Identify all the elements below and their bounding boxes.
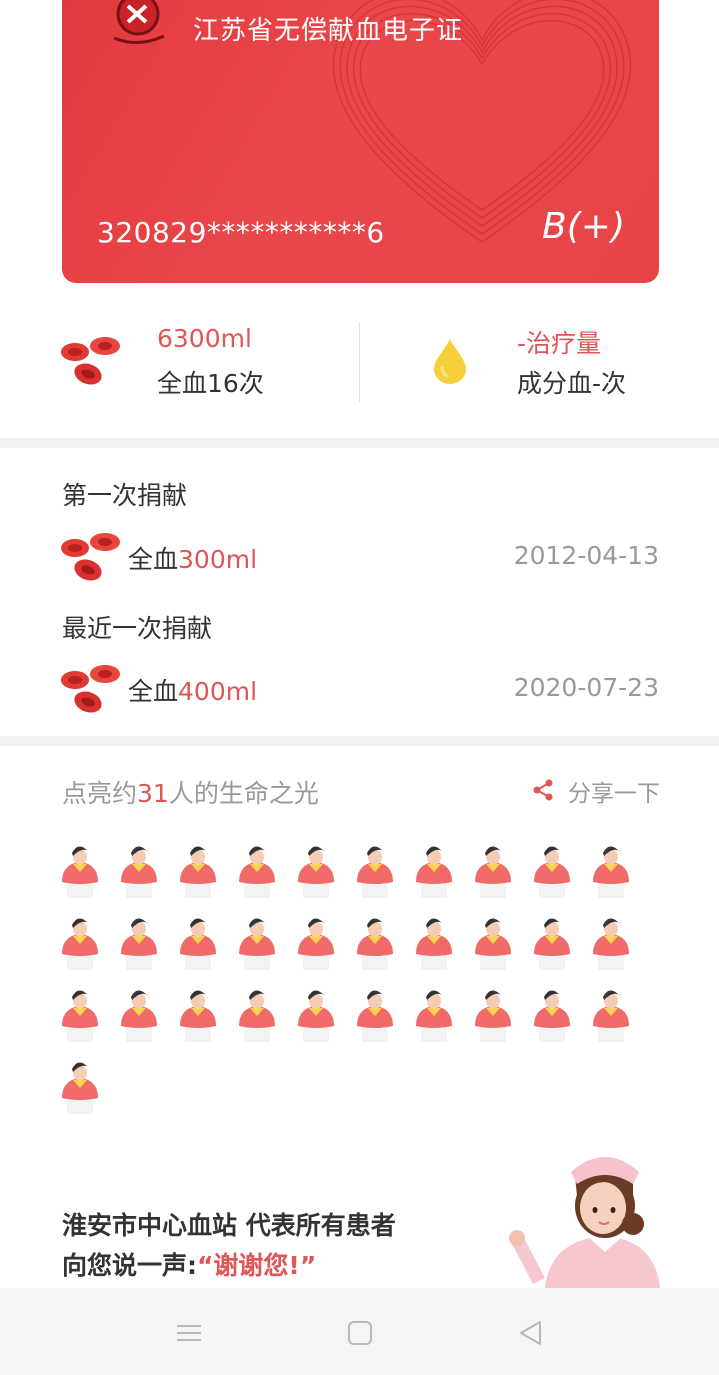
person-icon: [60, 1058, 100, 1116]
back-icon[interactable]: [516, 1318, 546, 1348]
red-blood-cells-icon: [61, 337, 120, 385]
thanks-line-1: 淮安市中心血站 代表所有患者: [62, 1211, 396, 1240]
whole-blood-volume: 6300ml: [157, 324, 252, 353]
section-divider: [0, 438, 719, 448]
red-blood-cells-icon: [61, 533, 120, 581]
person-icon: [355, 914, 395, 972]
person-icon: [473, 842, 513, 900]
latest-donation-row: 全血400ml 2020-07-23: [60, 664, 659, 714]
share-button[interactable]: 分享一下: [531, 774, 660, 807]
person-icon: [591, 914, 631, 972]
person-icon: [414, 986, 454, 1044]
thanks-prefix: 向您说一声:: [62, 1251, 197, 1280]
person-icon: [296, 986, 336, 1044]
person-icon: [532, 842, 572, 900]
nurse-illustration: [509, 1157, 660, 1288]
latest-donation-detail: 全血400ml: [128, 672, 257, 708]
first-donation-type: 全血: [128, 545, 179, 574]
latest-donation-date: 2020-07-23: [513, 673, 659, 702]
person-icon: [237, 914, 277, 972]
thanks-line-2: 向您说一声:“谢谢您!”: [62, 1246, 316, 1282]
person-icon: [237, 986, 277, 1044]
person-icon: [119, 842, 159, 900]
person-icon: [119, 986, 159, 1044]
person-icon: [60, 914, 100, 972]
blood-globe-logo-icon: [113, 0, 165, 44]
lives-suffix: 人的生命之光: [168, 779, 319, 808]
id-number: 320829***********6: [97, 216, 385, 249]
section-divider: [0, 736, 719, 746]
plasma-drop-icon: [434, 339, 466, 384]
red-blood-cells-icon: [61, 665, 120, 713]
person-icon: [60, 986, 100, 1044]
person-icon: [591, 842, 631, 900]
person-icon: [591, 986, 631, 1044]
first-donation-label: 第一次捐献: [62, 481, 188, 510]
lives-saved-title: 点亮约31人的生命之光: [62, 774, 319, 810]
person-icon: [532, 914, 572, 972]
person-icon: [532, 986, 572, 1044]
person-icon: [414, 914, 454, 972]
stats-divider: [359, 322, 360, 402]
component-count: 成分血-次: [517, 369, 627, 398]
donor-card: 江苏省无偿献血电子证 320829***********6 B(+): [62, 0, 659, 283]
person-icon: [473, 986, 513, 1044]
donation-stats: 6300ml 全血16次 -治疗量 成分血-次: [0, 300, 719, 438]
card-title: 江苏省无偿献血电子证: [193, 16, 464, 46]
thanks-quote: “谢谢您!”: [197, 1251, 317, 1280]
person-icon: [60, 842, 100, 900]
menu-icon[interactable]: [174, 1318, 204, 1348]
person-icon: [178, 842, 218, 900]
person-icon: [296, 842, 336, 900]
system-navigation-bar: [0, 1288, 719, 1375]
blood-type: B(+): [542, 206, 625, 247]
lives-count: 31: [137, 779, 169, 808]
person-icon: [296, 914, 336, 972]
latest-donation-amount: 400ml: [178, 677, 258, 706]
person-icon: [414, 842, 454, 900]
share-label: 分享一下: [568, 781, 660, 807]
component-volume: -治疗量: [517, 329, 602, 358]
first-donation-amount: 300ml: [178, 545, 258, 574]
first-donation-date: 2012-04-13: [513, 541, 659, 570]
lives-prefix: 点亮约: [62, 779, 138, 808]
person-icon: [178, 914, 218, 972]
share-icon: [533, 779, 553, 801]
first-donation-detail: 全血300ml: [128, 540, 257, 576]
latest-donation-label: 最近一次捐献: [62, 614, 213, 643]
person-icon: [355, 986, 395, 1044]
home-icon[interactable]: [345, 1318, 375, 1348]
person-icon: [237, 842, 277, 900]
person-icon: [473, 914, 513, 972]
first-donation-row: 全血300ml 2012-04-13: [60, 532, 659, 582]
latest-donation-type: 全血: [128, 677, 179, 706]
person-icon: [355, 842, 395, 900]
whole-blood-count: 全血16次: [157, 369, 264, 398]
person-icon: [178, 986, 218, 1044]
person-icon: [119, 914, 159, 972]
